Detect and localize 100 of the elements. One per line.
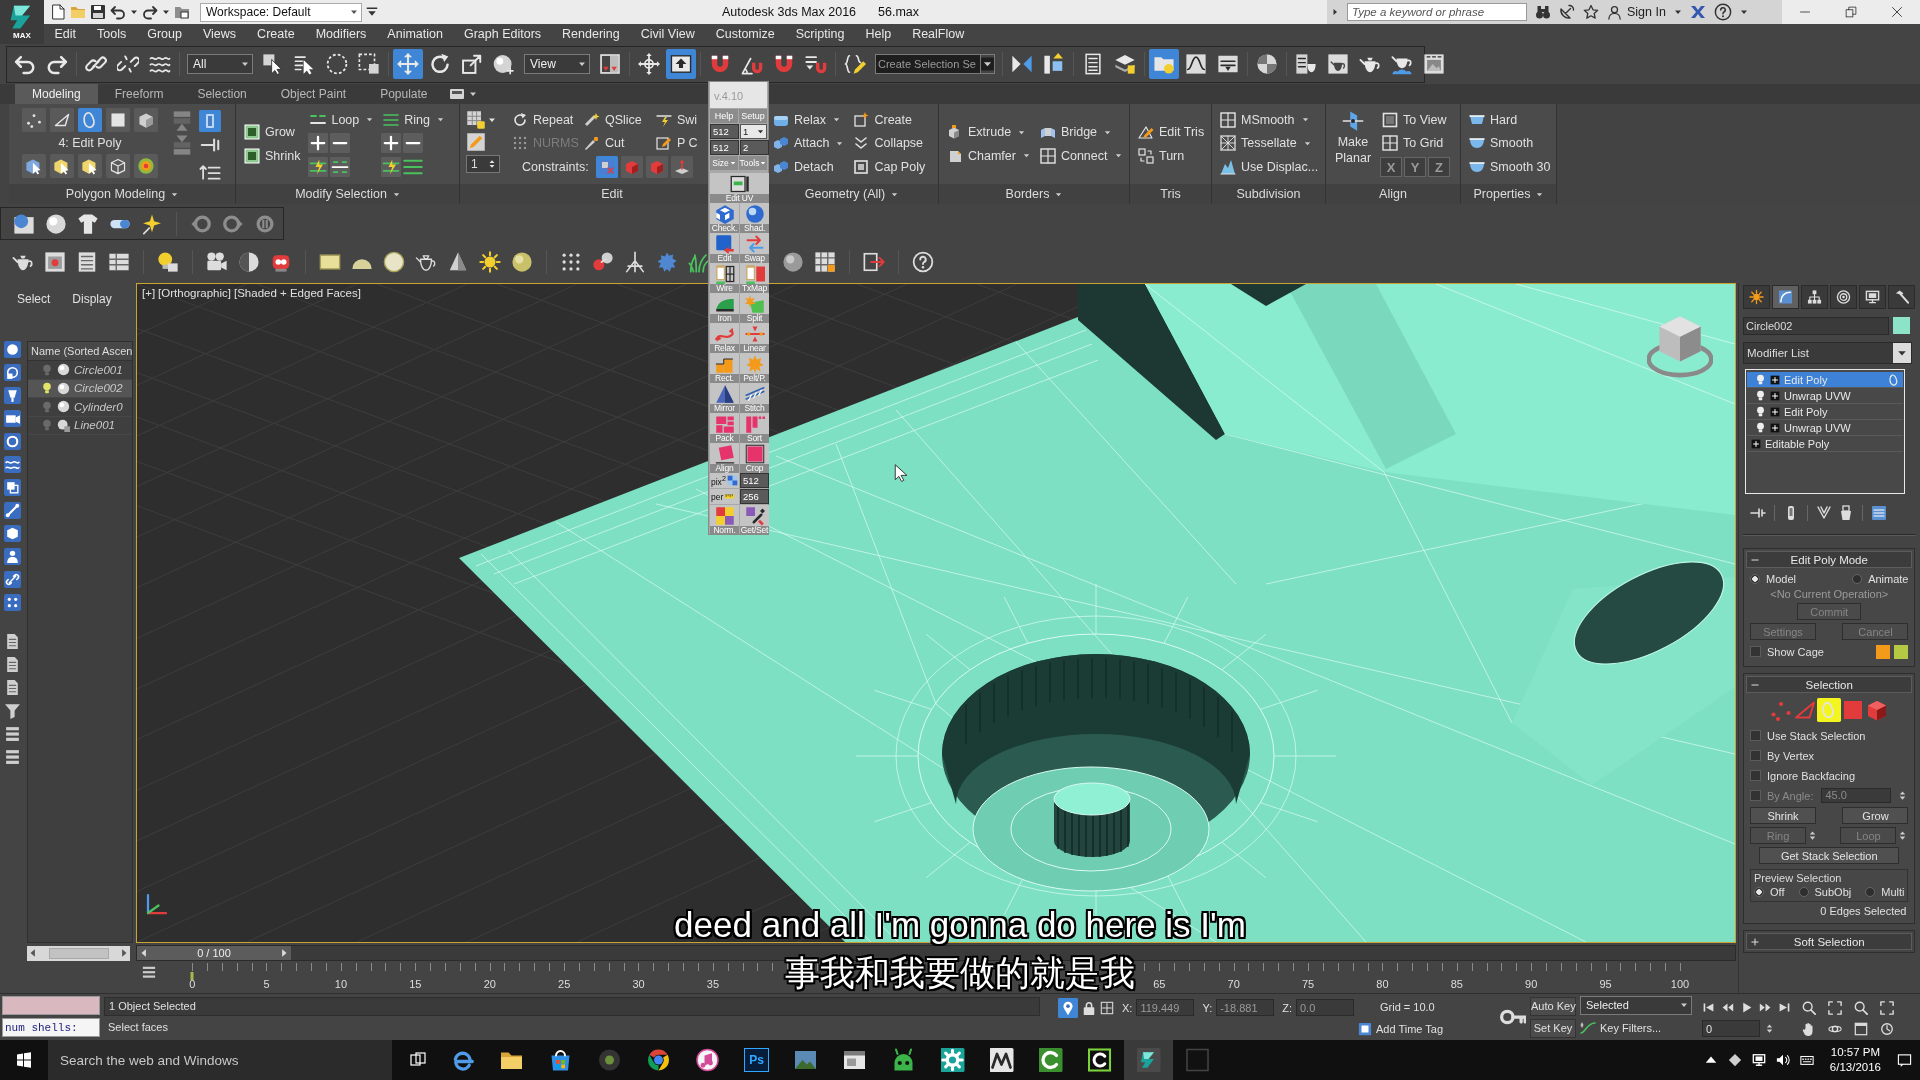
lightning-lines-icon[interactable] bbox=[381, 156, 402, 177]
ribbon-button[interactable]: Cut bbox=[582, 131, 627, 155]
named-selection-field[interactable]: Create Selection Se bbox=[875, 54, 981, 74]
taskbar-search-field[interactable]: Search the web and Windows bbox=[48, 1040, 392, 1080]
checkbox[interactable] bbox=[1750, 750, 1761, 761]
matte-ball-icon[interactable] bbox=[511, 250, 533, 273]
ribbon-tab[interactable]: Object Paint bbox=[263, 84, 364, 104]
diamond-icon[interactable] bbox=[1727, 1053, 1742, 1067]
box-tile-icon[interactable] bbox=[3, 525, 21, 542]
move-arrows-icon[interactable] bbox=[393, 49, 423, 79]
message-icon[interactable] bbox=[1897, 1052, 1912, 1068]
menu-item[interactable]: Group bbox=[136, 24, 193, 44]
ribbon-button[interactable]: QSlice bbox=[582, 108, 644, 132]
color-swatch[interactable] bbox=[1876, 644, 1891, 659]
ribbon-button[interactable]: Shrink bbox=[242, 144, 303, 168]
skip-end-icon[interactable] bbox=[1778, 1001, 1791, 1014]
plain-ball-icon[interactable] bbox=[782, 250, 804, 273]
menu-item[interactable]: Customize bbox=[705, 24, 786, 44]
ribbon-button[interactable]: Cap Poly bbox=[851, 155, 928, 179]
ribbon-button[interactable]: Collapse bbox=[851, 131, 928, 155]
coordinate-field[interactable]: 119.449 bbox=[1136, 999, 1195, 1016]
frame-corners-icon[interactable] bbox=[1880, 1000, 1894, 1015]
cursor-cube-icon[interactable] bbox=[262, 53, 284, 75]
mirror-halves-icon[interactable] bbox=[1011, 53, 1033, 75]
ribbon-button[interactable]: P C bbox=[654, 131, 700, 155]
lamp-tile-icon[interactable] bbox=[3, 387, 21, 404]
skip-start-icon[interactable] bbox=[1702, 1001, 1715, 1014]
stack-item[interactable]: Unwrap UVW bbox=[1747, 388, 1903, 404]
grid-sheet-icon[interactable] bbox=[814, 250, 836, 273]
checkbox[interactable] bbox=[1750, 730, 1761, 741]
loop-outline-icon[interactable] bbox=[78, 108, 102, 132]
scene-item[interactable]: Circle001 bbox=[28, 361, 132, 380]
sunburst-icon[interactable] bbox=[1743, 285, 1770, 309]
sphere-cursor-icon[interactable] bbox=[493, 53, 515, 75]
sign-in-button[interactable]: Sign In bbox=[1607, 4, 1666, 20]
ribbon-button[interactable]: Grow bbox=[242, 120, 303, 144]
border-loop-icon[interactable] bbox=[1817, 698, 1842, 722]
radio-button[interactable] bbox=[1754, 887, 1764, 897]
uv-tool-button[interactable]: Edit bbox=[710, 233, 739, 262]
color-swatch[interactable] bbox=[1893, 317, 1910, 334]
pipes-icon[interactable] bbox=[3, 748, 21, 765]
caret-icon[interactable] bbox=[468, 90, 477, 98]
uv-tool-button[interactable]: Relax bbox=[710, 323, 739, 352]
scene-item[interactable]: Line001 bbox=[28, 416, 132, 435]
object-name-field[interactable]: Circle002 bbox=[1743, 317, 1889, 335]
ribbon-tab[interactable]: Populate bbox=[363, 84, 445, 104]
ribbon-button[interactable]: Turn bbox=[1136, 144, 1207, 168]
uv-tool-button[interactable]: Crop bbox=[740, 443, 769, 472]
redo-icon[interactable] bbox=[142, 4, 158, 20]
texel-field[interactable]: 256 bbox=[740, 489, 769, 504]
play-icon[interactable] bbox=[1740, 1001, 1753, 1014]
list-window-icon[interactable] bbox=[1871, 505, 1887, 521]
ribbon-button[interactable]: Tessellate bbox=[1218, 131, 1321, 155]
curve-key-icon[interactable] bbox=[1580, 1020, 1596, 1036]
arrow-right-icon[interactable] bbox=[279, 948, 289, 958]
menu-item[interactable]: Rendering bbox=[551, 24, 631, 44]
ribbon-button[interactable]: Repeat bbox=[510, 108, 576, 132]
triangle-outline-icon[interactable] bbox=[50, 108, 74, 132]
frame-field[interactable]: 0 bbox=[1702, 1020, 1760, 1037]
rollout-header[interactable]: Soft Selection bbox=[1746, 933, 1913, 950]
ball-icon[interactable] bbox=[45, 212, 67, 235]
bar-tile-icon[interactable] bbox=[199, 110, 221, 132]
modifier-list-dropdown[interactable]: Modifier List bbox=[1743, 342, 1912, 364]
menu-item[interactable]: Modifiers bbox=[305, 24, 377, 44]
box-cursor-icon[interactable] bbox=[50, 154, 74, 178]
column-header[interactable]: Name (Sorted Ascen bbox=[28, 342, 132, 361]
workspace-dropdown[interactable]: Workspace: Default bbox=[200, 2, 362, 22]
bulb-card-icon[interactable] bbox=[157, 250, 179, 273]
magnifier-icon[interactable] bbox=[1802, 1000, 1816, 1015]
coordinate-system-dropdown[interactable]: View bbox=[524, 54, 590, 74]
bulb-icon[interactable] bbox=[1755, 422, 1766, 433]
plus-tile-icon[interactable] bbox=[381, 133, 402, 154]
uv-tool-button[interactable]: Align bbox=[710, 443, 739, 472]
panel-title[interactable]: Polygon Modeling bbox=[9, 184, 235, 204]
search-field[interactable]: Type a keyword or phrase bbox=[1347, 3, 1527, 21]
dashed-lines-icon[interactable] bbox=[330, 156, 351, 177]
step-forward-icon[interactable] bbox=[1759, 1001, 1772, 1014]
uv-tool-button[interactable]: Pack bbox=[710, 413, 739, 442]
ribbon-button[interactable]: Smooth bbox=[1467, 131, 1553, 155]
panel-button[interactable]: Get Stack Selection bbox=[1759, 847, 1900, 864]
square-cross-icon[interactable] bbox=[595, 156, 618, 178]
teapot-list-icon[interactable] bbox=[1295, 53, 1317, 75]
panel-title[interactable]: Properties bbox=[1461, 184, 1556, 204]
stack-item[interactable]: Editable Poly bbox=[1747, 436, 1903, 452]
cube-cursor-icon[interactable] bbox=[22, 154, 46, 178]
radio-button[interactable] bbox=[1798, 887, 1809, 897]
redo-icon[interactable] bbox=[46, 53, 68, 75]
ribbon-button[interactable]: Bridge bbox=[1037, 120, 1124, 144]
exit-arrow-icon[interactable] bbox=[863, 250, 885, 273]
make-planar-button[interactable]: Make Planar bbox=[1332, 108, 1374, 180]
checkbox[interactable] bbox=[1750, 770, 1761, 781]
arrow-left-icon[interactable] bbox=[139, 948, 149, 958]
panel-title[interactable]: Borders bbox=[939, 184, 1129, 204]
list-lines-icon[interactable] bbox=[1082, 53, 1104, 75]
ribbon-button[interactable]: Use Displac... bbox=[1218, 155, 1321, 179]
ribbon-button[interactable]: To View bbox=[1380, 108, 1450, 132]
radio-button[interactable] bbox=[1865, 887, 1876, 897]
menu-item[interactable]: Graph Editors bbox=[453, 24, 552, 44]
stack-item[interactable]: Unwrap UVW bbox=[1747, 420, 1903, 436]
task-view-icon[interactable] bbox=[410, 1052, 426, 1068]
